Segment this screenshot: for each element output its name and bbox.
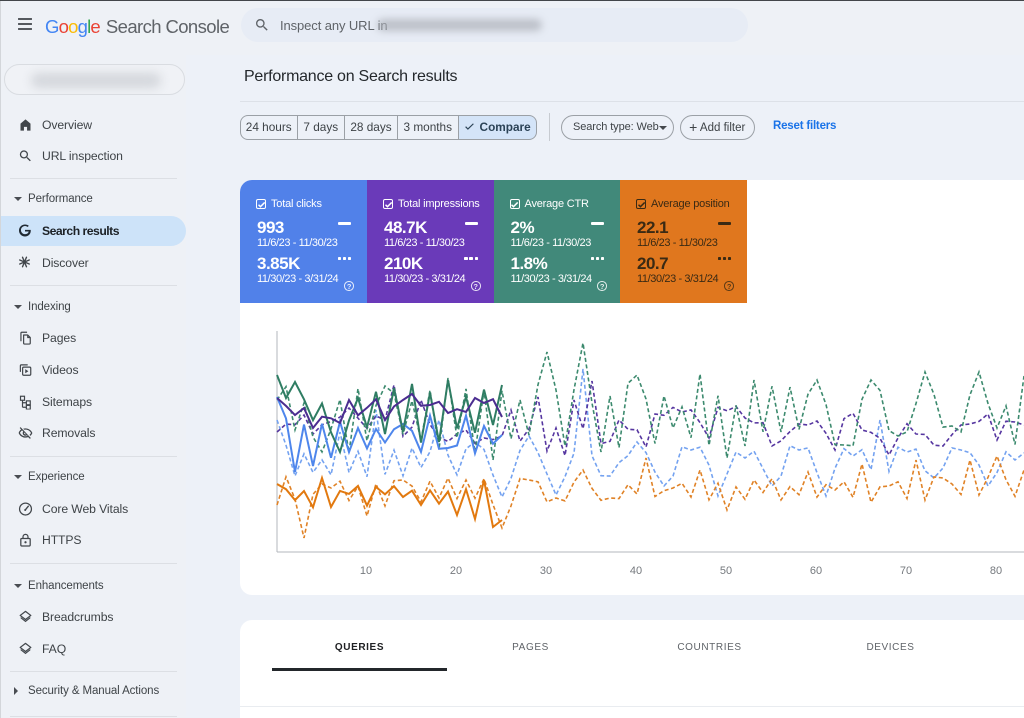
svg-text:40: 40 — [630, 565, 642, 577]
svg-text:10: 10 — [360, 565, 372, 577]
svg-text:20: 20 — [450, 565, 462, 577]
svg-text:60: 60 — [810, 565, 822, 577]
svg-text:30: 30 — [540, 565, 552, 577]
svg-text:80: 80 — [990, 565, 1002, 577]
svg-text:50: 50 — [720, 565, 732, 577]
svg-text:70: 70 — [900, 565, 912, 577]
